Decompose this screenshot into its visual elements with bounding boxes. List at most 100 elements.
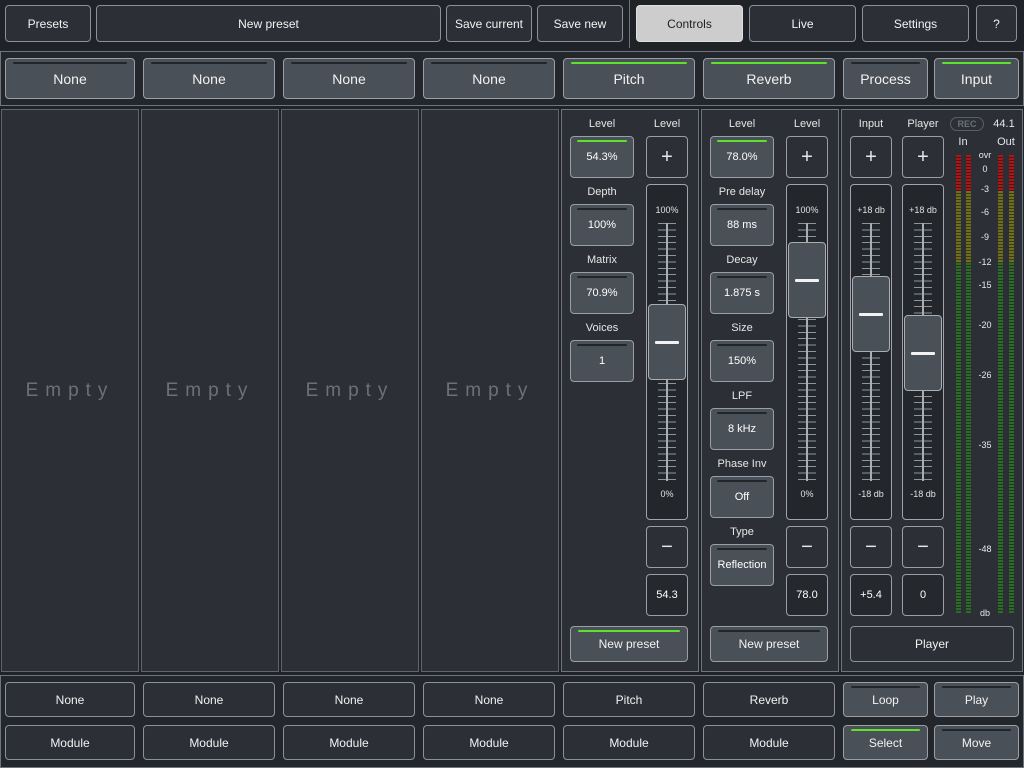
- player-minus-button[interactable]: −: [902, 526, 944, 568]
- rec-button[interactable]: REC: [950, 117, 984, 131]
- pitch-level-indicator: [577, 140, 627, 142]
- help-button[interactable]: ?: [976, 5, 1017, 42]
- module-select-2[interactable]: Module: [143, 725, 275, 760]
- reverb-level-fader[interactable]: 100% 0%: [786, 184, 828, 520]
- module-select-5[interactable]: Module: [563, 725, 695, 760]
- fader-handle[interactable]: [648, 303, 686, 380]
- reverb-level-param[interactable]: 78.0%: [710, 136, 774, 178]
- reverb-phase-param[interactable]: Off: [710, 476, 774, 518]
- empty-slot-4[interactable]: Empty: [421, 109, 559, 672]
- slot-5[interactable]: Pitch: [563, 58, 695, 99]
- module-slot-5[interactable]: Pitch: [563, 682, 695, 717]
- reverb-minus-button[interactable]: −: [786, 526, 828, 568]
- module-slot-6[interactable]: Reverb: [703, 682, 835, 717]
- slot-indicator: [571, 62, 687, 64]
- minus-icon: −: [917, 535, 929, 558]
- pitch-voices-param[interactable]: 1: [570, 340, 634, 382]
- pitch-depth-value: 100%: [587, 219, 617, 231]
- module-select-label: Module: [609, 735, 649, 750]
- pitch-minus-button[interactable]: −: [646, 526, 688, 568]
- module-select-6[interactable]: Module: [703, 725, 835, 760]
- save-new-button[interactable]: Save new: [537, 5, 623, 42]
- slot-7[interactable]: Process: [843, 58, 928, 99]
- empty-slot-1[interactable]: Empty: [1, 109, 139, 672]
- pitch-level-param[interactable]: 54.3%: [570, 136, 634, 178]
- pitch-matrix-indicator: [577, 276, 627, 278]
- reverb-decay-value: 1.875 s: [723, 287, 761, 299]
- slot-4[interactable]: None: [423, 58, 555, 99]
- reverb-type-param[interactable]: Reflection: [710, 544, 774, 586]
- move-button[interactable]: Move: [934, 725, 1019, 760]
- module-select-label: Module: [469, 735, 509, 750]
- preset-name-button[interactable]: New preset: [96, 5, 441, 42]
- fader-handle[interactable]: [904, 315, 942, 391]
- module-select-label: Module: [50, 735, 90, 750]
- fader-handle[interactable]: [788, 242, 826, 319]
- pitch-level-fader[interactable]: 100% 0%: [646, 184, 688, 520]
- fader-handle[interactable]: [852, 276, 890, 352]
- slot-6[interactable]: Reverb: [703, 58, 835, 99]
- pitch-depth-param[interactable]: 100%: [570, 204, 634, 246]
- module-select-4[interactable]: Module: [423, 725, 555, 760]
- output-meter-left: [998, 155, 1003, 613]
- select-button[interactable]: Select: [843, 725, 928, 760]
- player-button[interactable]: Player: [850, 626, 1014, 662]
- player-button-label: Player: [914, 637, 949, 651]
- rec-label: REC: [957, 119, 977, 129]
- toolbar-divider: [629, 0, 630, 48]
- reverb-decay-indicator: [717, 276, 767, 278]
- slot-indicator: [851, 62, 920, 64]
- tab-settings[interactable]: Settings: [862, 5, 969, 42]
- reverb-decay-param[interactable]: 1.875 s: [710, 272, 774, 314]
- pitch-matrix-label: Matrix: [587, 254, 617, 266]
- slot-8[interactable]: Input: [934, 58, 1019, 99]
- presets-button[interactable]: Presets: [5, 5, 91, 42]
- input-gain-value-text: +5.4: [860, 589, 882, 601]
- slot-2[interactable]: None: [143, 58, 275, 99]
- reverb-lpf-value: 8 kHz: [727, 423, 757, 435]
- empty-slot-3[interactable]: Empty: [281, 109, 419, 672]
- reverb-lpf-param[interactable]: 8 kHz: [710, 408, 774, 450]
- pitch-plus-button[interactable]: +: [646, 136, 688, 178]
- empty-slot-2[interactable]: Empty: [141, 109, 279, 672]
- fader-bottom-label: 0%: [800, 489, 814, 499]
- module-select-1[interactable]: Module: [5, 725, 135, 760]
- module-slot-2[interactable]: None: [143, 682, 275, 717]
- reverb-plus-button[interactable]: +: [786, 136, 828, 178]
- input-meter-left: [956, 155, 961, 613]
- reverb-size-label: Size: [731, 322, 753, 334]
- slot-label: Pitch: [613, 70, 645, 87]
- save-current-button[interactable]: Save current: [446, 5, 532, 42]
- slot-1[interactable]: None: [5, 58, 135, 99]
- pitch-voices-indicator: [577, 344, 627, 346]
- pitch-matrix-param[interactable]: 70.9%: [570, 272, 634, 314]
- player-gain-fader[interactable]: +18 db -18 db: [902, 184, 944, 520]
- module-select-3[interactable]: Module: [283, 725, 415, 760]
- reverb-type-label: Type: [730, 526, 754, 538]
- save-current-label: Save current: [454, 16, 524, 31]
- reverb-predelay-param[interactable]: 88 ms: [710, 204, 774, 246]
- module-slot-4[interactable]: None: [423, 682, 555, 717]
- reverb-size-param[interactable]: 150%: [710, 340, 774, 382]
- fader-top-label: 100%: [655, 205, 679, 215]
- play-button[interactable]: Play: [934, 682, 1019, 717]
- input-minus-button[interactable]: −: [850, 526, 892, 568]
- pitch-preset-button[interactable]: New preset: [570, 626, 688, 662]
- slot-indicator: [711, 62, 827, 64]
- reverb-preset-button[interactable]: New preset: [710, 626, 828, 662]
- input-gain-fader[interactable]: +18 db -18 db: [850, 184, 892, 520]
- slot-3[interactable]: None: [283, 58, 415, 99]
- input-plus-button[interactable]: +: [850, 136, 892, 178]
- meter-scale-label: -15: [978, 280, 992, 290]
- tab-live-label: Live: [791, 16, 814, 31]
- pitch-preset-label: New preset: [598, 637, 660, 651]
- tab-controls[interactable]: Controls: [636, 5, 743, 42]
- loop-button[interactable]: Loop: [843, 682, 928, 717]
- plus-icon: +: [865, 145, 877, 168]
- player-plus-button[interactable]: +: [902, 136, 944, 178]
- tab-live[interactable]: Live: [749, 5, 856, 42]
- module-slot-3[interactable]: None: [283, 682, 415, 717]
- reverb-predelay-label: Pre delay: [718, 186, 766, 198]
- module-slot-1[interactable]: None: [5, 682, 135, 717]
- module-slot-label: None: [474, 692, 504, 707]
